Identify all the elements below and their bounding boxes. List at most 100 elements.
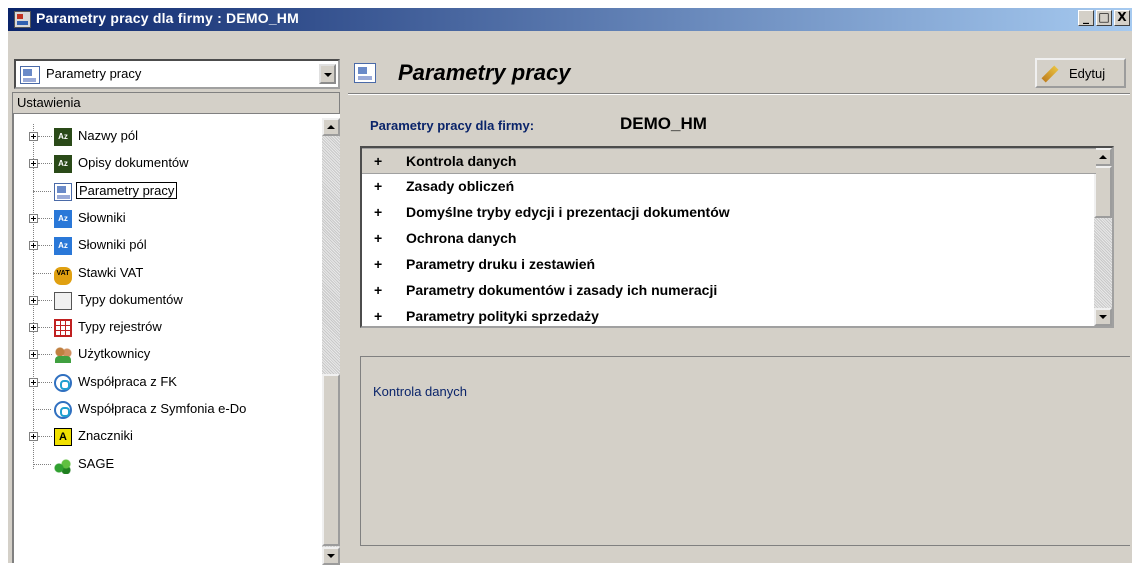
- settings-combo[interactable]: Parametry pracy: [14, 59, 340, 89]
- tree-item-label: Znaczniki: [78, 428, 133, 444]
- scroll-down-button[interactable]: [1094, 308, 1112, 326]
- tree-connector: [38, 136, 52, 137]
- tree-item[interactable]: Az Opisy dokumentów: [14, 151, 314, 177]
- expand-icon[interactable]: [29, 432, 38, 442]
- expand-marker[interactable]: +: [374, 230, 382, 246]
- tree-item[interactable]: Parametry pracy: [14, 179, 314, 205]
- tree-connector: [33, 409, 51, 410]
- window-controls: _ □ X: [1078, 10, 1130, 26]
- tree-connector: [38, 299, 52, 301]
- section-row[interactable]: + Kontrola danych: [362, 148, 1096, 174]
- sync-icon: [54, 401, 72, 419]
- section-label: Domyślne tryby edycji i prezentacji doku…: [406, 204, 730, 220]
- expand-icon[interactable]: [29, 350, 38, 360]
- tree-item-label: Nazwy pól: [78, 128, 138, 143]
- description-panel: Kontrola danych: [360, 356, 1130, 546]
- tree-item-label: SAGE: [78, 455, 115, 471]
- expand-icon[interactable]: [29, 323, 38, 333]
- sections-scrollbar[interactable]: [1094, 148, 1112, 326]
- tree-connector: [38, 354, 52, 356]
- sage-icon: [54, 455, 72, 474]
- tree-connector: [38, 436, 52, 438]
- settings-tree[interactable]: Az Nazwy pól Az Opisy dokumentów Parametry p…: [12, 114, 340, 565]
- expand-marker[interactable]: +: [374, 308, 382, 324]
- tree-scrollbar[interactable]: [322, 118, 340, 565]
- tree-item-label: Typy dokumentów: [78, 291, 183, 307]
- section-label: Parametry druku i zestawień: [406, 256, 596, 272]
- expand-icon[interactable]: [29, 241, 38, 251]
- tree-item-label: Słowniki: [78, 209, 126, 225]
- expand-icon[interactable]: [29, 377, 38, 387]
- panel-title: Parametry pracy: [398, 60, 571, 85]
- tree-item[interactable]: Az Nazwy pól: [14, 124, 314, 150]
- company-value: DEMO_HM: [620, 114, 707, 133]
- section-label: Kontrola danych: [406, 153, 517, 169]
- expand-icon[interactable]: [29, 132, 38, 141]
- title-bar[interactable]: Parametry pracy dla firmy : DEMO_HM _ □ …: [8, 8, 1132, 31]
- expand-marker[interactable]: +: [374, 256, 382, 272]
- section-row[interactable]: + Parametry druku i zestawień: [362, 252, 1096, 278]
- maximize-button[interactable]: □: [1096, 10, 1112, 26]
- combo-dropdown-button[interactable]: [319, 64, 336, 84]
- expand-icon[interactable]: [29, 159, 38, 169]
- vat-icon: VAT: [54, 266, 72, 285]
- close-button[interactable]: X: [1114, 10, 1130, 26]
- tree-item-label: Typy rejestrów: [78, 319, 162, 335]
- tree-item-label: Stawki VAT: [78, 264, 144, 280]
- tree-item[interactable]: Użytkownicy: [14, 342, 314, 368]
- tree-item[interactable]: Współpraca z Symfonia e-Do: [14, 397, 314, 423]
- combo-value: Parametry pracy: [46, 66, 142, 81]
- scroll-down-button[interactable]: [322, 547, 340, 565]
- section-row[interactable]: + Ochrona danych: [362, 226, 1096, 252]
- minimize-button[interactable]: _: [1078, 10, 1094, 26]
- edit-button-label: Edytuj: [1069, 66, 1106, 81]
- expand-marker[interactable]: +: [374, 178, 382, 194]
- sync-icon: [54, 373, 72, 392]
- section-row[interactable]: + Parametry polityki sprzedaży: [362, 304, 1096, 330]
- expand-icon[interactable]: [29, 213, 38, 223]
- expand-marker[interactable]: +: [374, 153, 382, 169]
- tree-connector: [33, 463, 51, 465]
- expand-marker[interactable]: +: [374, 282, 382, 298]
- tree-item[interactable]: Typy dokumentów: [14, 288, 314, 314]
- scroll-thumb[interactable]: [1094, 166, 1112, 218]
- tree-connector: [33, 272, 51, 274]
- scroll-up-button[interactable]: [322, 118, 340, 136]
- registers-icon: [54, 319, 72, 338]
- tree-item-label: Opisy dokumentów: [78, 155, 189, 171]
- parameters-icon: [354, 63, 376, 83]
- tree-connector: [33, 190, 51, 192]
- az-dictionary-icon: Az: [54, 155, 72, 174]
- tree-item[interactable]: VAT Stawki VAT: [14, 261, 314, 287]
- scroll-thumb[interactable]: [322, 374, 340, 546]
- section-row[interactable]: + Parametry dokumentów i zasady ich numer…: [362, 278, 1096, 304]
- tree-connector: [38, 163, 52, 165]
- tree-item-label: Współpraca z Symfonia e-Do: [78, 401, 247, 416]
- sections-list[interactable]: + Kontrola danych + Zasady obliczeń + Domyśln…: [360, 146, 1114, 328]
- edit-button[interactable]: Edytuj: [1035, 58, 1126, 88]
- scroll-up-button[interactable]: [1094, 148, 1112, 166]
- expand-marker[interactable]: +: [374, 204, 382, 220]
- tree-item[interactable]: A Znaczniki: [14, 424, 314, 450]
- section-row[interactable]: + Zasady obliczeń: [362, 174, 1096, 200]
- window-title: Parametry pracy dla firmy : DEMO_HM: [36, 10, 299, 26]
- tree-item[interactable]: Az Słowniki pól: [14, 233, 314, 259]
- company-label: Parametry pracy dla firmy:: [370, 118, 535, 133]
- expand-icon[interactable]: [29, 295, 38, 305]
- tree-item[interactable]: Typy rejestrów: [14, 315, 314, 341]
- tree-item-label: Współpraca z FK: [78, 373, 177, 389]
- tree-connector: [38, 245, 52, 247]
- tree-item[interactable]: SAGE: [14, 452, 314, 478]
- parameters-icon: [20, 66, 40, 84]
- section-label: Parametry dokumentów i zasady ich numera…: [406, 282, 718, 298]
- section-row[interactable]: + Domyślne tryby edycji i prezentacji dok…: [362, 200, 1096, 226]
- settings-header: Ustawienia: [12, 92, 340, 114]
- tree-item-label: Parametry pracy: [76, 181, 178, 199]
- section-label: Zasady obliczeń: [406, 178, 515, 194]
- parameters-icon: [54, 182, 72, 201]
- tree-item-label: Słowniki pól: [78, 237, 147, 253]
- document-types-icon: [54, 291, 72, 310]
- tree-connector: [38, 327, 52, 329]
- tree-item[interactable]: Współpraca z FK: [14, 370, 314, 396]
- tree-item[interactable]: Az Słowniki: [14, 206, 314, 232]
